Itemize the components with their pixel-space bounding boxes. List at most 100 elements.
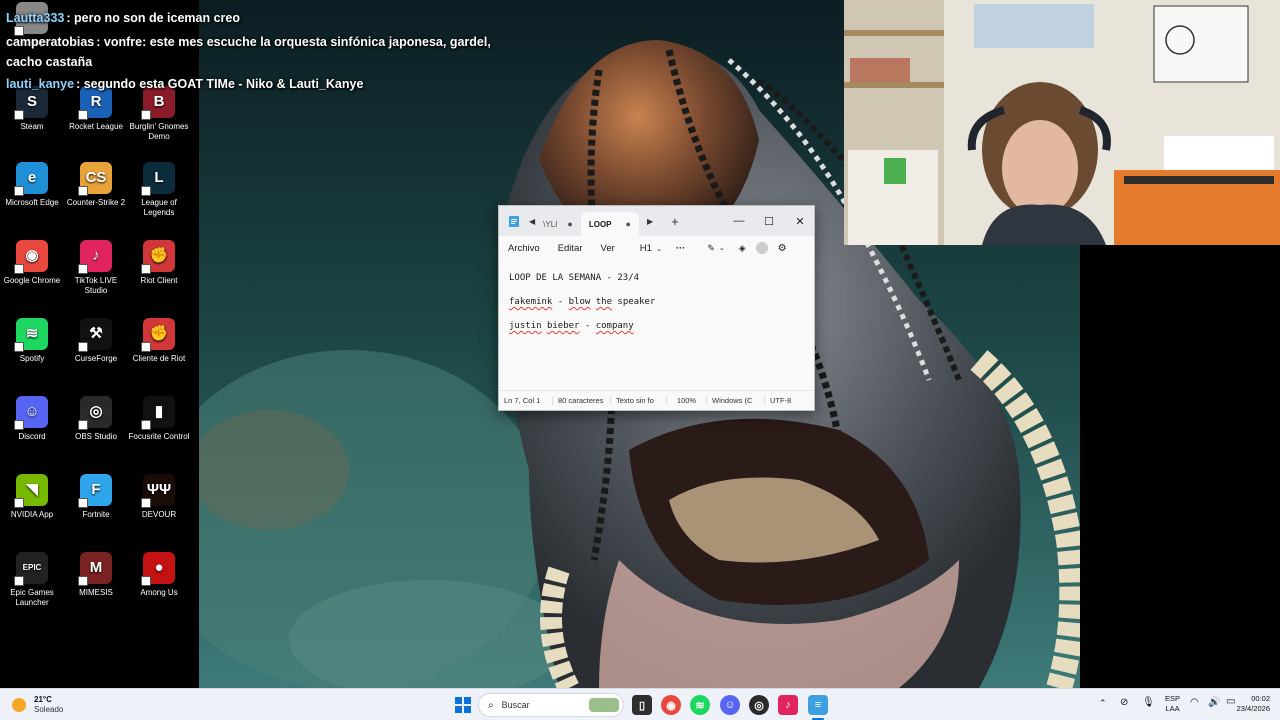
desktop-icon-label: Discord bbox=[18, 432, 46, 441]
desktop-icon[interactable]: ✊ Riot Client bbox=[127, 240, 191, 286]
notepad-app-icon bbox=[499, 206, 529, 236]
webcam-feed bbox=[844, 0, 1280, 245]
desktop-icon[interactable]: ΨΨ DEVOUR bbox=[127, 474, 191, 520]
chat-text: : pero no son de iceman creo bbox=[66, 11, 241, 25]
clock[interactable]: 00:02 23/4/2026 bbox=[1228, 694, 1270, 714]
notepad-editor[interactable]: LOOP DE LA SEMANA - 23/4 fakemink - blow … bbox=[499, 260, 814, 392]
copilot-icon[interactable]: ◈ bbox=[739, 243, 746, 254]
microphone-icon[interactable]: 🎙 bbox=[1142, 697, 1155, 708]
desktop-icon-label: Spotify bbox=[19, 354, 45, 363]
wifi-icon[interactable]: ◠ bbox=[1190, 697, 1199, 708]
desktop-icon[interactable]: CS Counter-Strike 2 bbox=[64, 162, 128, 208]
menu-ver[interactable]: Ver bbox=[592, 243, 624, 254]
status-zoom[interactable]: 100% bbox=[667, 396, 707, 405]
desktop-icon[interactable]: ◥ NVIDIA App bbox=[0, 474, 64, 520]
menu-archivo[interactable]: Archivo bbox=[499, 243, 549, 254]
desktop-icon-label: MIMESIS bbox=[79, 588, 113, 597]
tiktok-icon: ♪ bbox=[78, 240, 112, 274]
epic-games-icon: EPIC bbox=[14, 552, 48, 586]
desktop-icon[interactable]: ▮ Focusrite Control bbox=[127, 396, 191, 442]
tab-loop[interactable]: LOOP ● bbox=[580, 212, 639, 236]
desktop-icon[interactable]: ⚒ CurseForge bbox=[64, 318, 128, 364]
desktop-icon-label: League of Legends bbox=[141, 198, 177, 217]
desktop-icon-label: Burglin' Gnomes Demo bbox=[129, 122, 189, 141]
desktop-icon[interactable]: S Steam bbox=[0, 86, 64, 132]
clock-time: 00:02 bbox=[1251, 694, 1270, 703]
notepad-statusbar: Ln 7, Col 1 80 caracteres Texto sin fo 1… bbox=[499, 390, 814, 410]
tab-yli[interactable]: \YLI ● bbox=[535, 212, 581, 236]
desktop-icon-label: Cliente de Riot bbox=[132, 354, 186, 363]
status-line-ending[interactable]: Windows (C bbox=[707, 396, 765, 405]
desktop-icon-label: DEVOUR bbox=[141, 510, 177, 519]
status-encoding[interactable]: UTF-8 bbox=[765, 396, 796, 405]
status-char-count: 80 caracteres bbox=[553, 396, 611, 405]
heading-label: H1 bbox=[639, 242, 652, 254]
desktop-icon[interactable]: ☺ Discord bbox=[0, 396, 64, 442]
taskbar-obs-icon[interactable]: ◎ bbox=[749, 695, 769, 715]
taskbar-tiktok-icon[interactable]: ♪ bbox=[778, 695, 798, 715]
chevron-down-icon: ⌄ bbox=[655, 245, 662, 253]
desktop-icon[interactable]: ● Among Us bbox=[127, 552, 191, 598]
desktop-icon[interactable]: ◎ OBS Studio bbox=[64, 396, 128, 442]
heading-dropdown[interactable]: H1 ⌄ bbox=[640, 243, 662, 254]
tray-overflow-chevron-icon[interactable]: ⌃ bbox=[1099, 698, 1107, 709]
notepad-window: ◀ \YLI ● LOOP ● ▶ + — ☐ ✕ Archivo Editar… bbox=[498, 205, 815, 411]
discord-icon: ☺ bbox=[14, 396, 48, 430]
devour-icon: ΨΨ bbox=[141, 474, 175, 508]
weather-description[interactable]: Soleado bbox=[34, 705, 63, 714]
desktop-icon[interactable]: ✊ Cliente de Riot bbox=[127, 318, 191, 364]
desktop-icon[interactable]: ♪ TikTok LIVE Studio bbox=[64, 240, 128, 296]
webcam-image bbox=[844, 0, 1280, 245]
close-button[interactable]: ✕ bbox=[785, 206, 815, 236]
taskbar-spotify-icon[interactable]: ≋ bbox=[690, 695, 710, 715]
fortnite-icon: F bbox=[78, 474, 112, 508]
desktop-icon-label: Counter-Strike 2 bbox=[66, 198, 126, 207]
chat-message: camperatobias: vonfre: este mes escuche … bbox=[6, 34, 491, 50]
weather-temperature[interactable]: 21°C bbox=[34, 695, 52, 704]
desktop-icon[interactable]: e Microsoft Edge bbox=[0, 162, 64, 208]
notepad-titlebar[interactable]: ◀ \YLI ● LOOP ● ▶ + — ☐ ✕ bbox=[499, 206, 814, 236]
new-tab-button[interactable]: + bbox=[671, 214, 679, 229]
chat-username: lauti_kanye bbox=[6, 77, 75, 91]
weather-sun-icon[interactable] bbox=[12, 698, 26, 712]
desktop-icon[interactable]: R Rocket League bbox=[64, 86, 128, 132]
desktop-icon[interactable]: F Fortnite bbox=[64, 474, 128, 520]
network-off-icon[interactable]: ⊘ bbox=[1120, 697, 1128, 708]
misspelled-word: bieber bbox=[546, 321, 580, 331]
desktop-icon[interactable]: ◉ Google Chrome bbox=[0, 240, 64, 286]
chat-text: cacho castaña bbox=[6, 55, 93, 69]
taskbar-discord-icon[interactable]: ☺ bbox=[720, 695, 740, 715]
ai-write-icon[interactable]: ✎ bbox=[707, 243, 715, 254]
minimize-button[interactable]: — bbox=[724, 206, 754, 236]
desktop-icon-label: OBS Studio bbox=[75, 432, 117, 441]
language-bottom: LAA bbox=[1165, 704, 1180, 713]
start-button[interactable] bbox=[455, 697, 471, 715]
tab-label: \YLI bbox=[543, 219, 558, 229]
maximize-button[interactable]: ☐ bbox=[754, 206, 784, 236]
taskbar-task-view-icon[interactable]: ▯ bbox=[632, 695, 652, 715]
desktop-icon[interactable]: B Burglin' Gnomes Demo bbox=[127, 86, 191, 142]
settings-gear-icon[interactable]: ⚙ bbox=[778, 243, 787, 254]
desktop: reciclaje S Steam R Rocket League B Burglin' G… bbox=[0, 0, 1280, 720]
volume-icon[interactable]: 🔊 bbox=[1208, 697, 1220, 708]
account-avatar-icon[interactable] bbox=[755, 242, 768, 254]
language-indicator[interactable]: ESP LAA bbox=[1165, 694, 1180, 714]
chevron-down-icon[interactable]: ⌄ bbox=[719, 244, 725, 252]
taskbar-notepad-icon[interactable]: ≡ bbox=[808, 695, 828, 715]
chrome-icon: ◉ bbox=[14, 240, 48, 274]
misspelled-word: blow bbox=[568, 297, 591, 307]
editor-text: speaker bbox=[612, 297, 656, 307]
obs-icon: ◎ bbox=[78, 396, 112, 430]
desktop-icon-label: Microsoft Edge bbox=[5, 198, 59, 207]
taskbar-chrome-icon[interactable]: ◉ bbox=[661, 695, 681, 715]
desktop-icon[interactable]: M MIMESIS bbox=[64, 552, 128, 598]
status-format[interactable]: Texto sin fo bbox=[611, 396, 667, 405]
desktop-icon[interactable]: EPIC Epic Games Launcher bbox=[0, 552, 64, 608]
desktop-icon[interactable]: ≋ Spotify bbox=[0, 318, 64, 364]
tab-scroll-right-icon[interactable]: ▶ bbox=[647, 217, 653, 226]
desktop-icon[interactable]: L League of Legends bbox=[127, 162, 191, 218]
search-box[interactable]: ⌕ Buscar bbox=[478, 693, 624, 717]
more-options-button[interactable]: ··· bbox=[676, 243, 686, 254]
menu-editar[interactable]: Editar bbox=[549, 243, 592, 254]
chat-username: camperatobias bbox=[6, 35, 95, 49]
